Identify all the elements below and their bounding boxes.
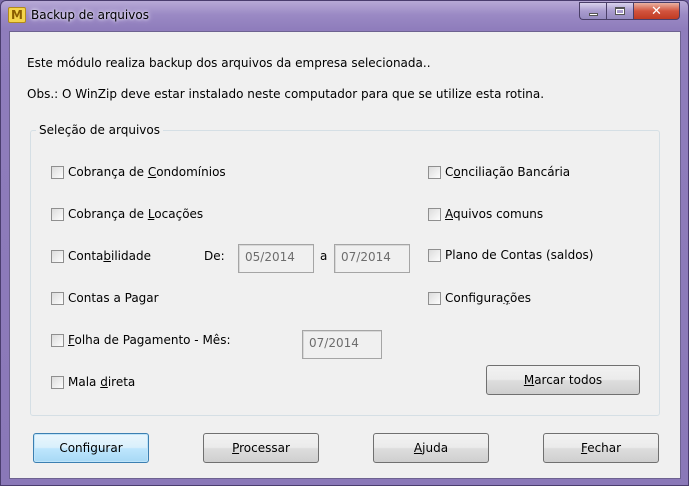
a-label: a: [320, 249, 328, 263]
checkbox-configuracoes[interactable]: Configurações: [428, 291, 531, 305]
checkbox-label: Cobrança de Condomínios: [68, 165, 226, 179]
de-label: De:: [204, 249, 225, 263]
checkbox-label: Aquivos comuns: [445, 207, 544, 221]
checkbox-box[interactable]: [51, 333, 64, 347]
maximize-button[interactable]: [606, 2, 633, 20]
checkbox-label: Conciliação Bancária: [445, 165, 571, 179]
checkbox-mala-direta[interactable]: Mala direta: [51, 375, 135, 389]
checkbox-label: Mala direta: [68, 375, 136, 389]
checkbox-folha-de-pagamento[interactable]: Folha de Pagamento - Mês:: [51, 333, 230, 347]
info-text-2: Obs.: O WinZip deve estar instalado nest…: [27, 87, 545, 101]
button-label: Configurar: [59, 441, 123, 455]
button-label: Ajuda: [413, 441, 449, 455]
title-bar[interactable]: M Backup de arquivos ✕: [1, 1, 688, 29]
file-selection-group: Seleção de arquivos Cobrança de Condomín…: [30, 123, 660, 416]
checkbox-box[interactable]: [51, 207, 64, 221]
app-logo-icon: M: [8, 7, 26, 23]
close-icon: ✕: [651, 3, 662, 19]
checkbox-conciliacao-bancaria[interactable]: Conciliação Bancária: [428, 165, 570, 179]
marcar-todos-button[interactable]: Marcar todos: [486, 365, 640, 395]
button-label: Processar: [232, 441, 290, 455]
checkbox-label: Configurações: [445, 291, 531, 305]
close-button[interactable]: ✕: [633, 2, 680, 20]
info-text-1: Este módulo realiza backup dos arquivos …: [27, 56, 431, 70]
checkbox-box[interactable]: [51, 249, 64, 263]
checkbox-label: Contas a Pagar: [68, 291, 159, 305]
checkbox-label: Contabilidade: [68, 249, 151, 263]
minimize-button[interactable]: [579, 2, 606, 20]
backup-window: M Backup de arquivos ✕ Este módulo reali…: [0, 0, 689, 486]
date-from-field[interactable]: 05/2014: [238, 244, 314, 273]
checkbox-contabilidade[interactable]: Contabilidade: [51, 249, 151, 263]
processar-button[interactable]: Processar: [203, 433, 319, 463]
minimize-icon: [588, 13, 598, 16]
maximize-icon: [615, 7, 625, 15]
checkbox-label: Plano de Contas (saldos): [445, 248, 594, 262]
folha-month-field[interactable]: 07/2014: [302, 330, 382, 359]
window-title: Backup de arquivos: [31, 8, 149, 22]
checkbox-box[interactable]: [51, 291, 64, 305]
checkbox-box[interactable]: [428, 165, 441, 179]
configurar-button[interactable]: Configurar: [33, 433, 149, 463]
checkbox-plano-de-contas[interactable]: Plano de Contas (saldos): [428, 248, 593, 262]
checkbox-arquivos-comuns[interactable]: Aquivos comuns: [428, 207, 543, 221]
fechar-button[interactable]: Fechar: [543, 433, 659, 463]
checkbox-cobranca-condominios[interactable]: Cobrança de Condomínios: [51, 165, 226, 179]
button-label: Marcar todos: [523, 373, 603, 387]
checkbox-contas-a-pagar[interactable]: Contas a Pagar: [51, 291, 159, 305]
checkbox-cobranca-locacoes[interactable]: Cobrança de Locações: [51, 207, 203, 221]
date-to-field[interactable]: 07/2014: [334, 244, 410, 273]
checkbox-label: Cobrança de Locações: [68, 207, 204, 221]
checkbox-box[interactable]: [51, 375, 64, 389]
group-title: Seleção de arquivos: [36, 123, 163, 137]
checkbox-label: Folha de Pagamento - Mês:: [68, 333, 231, 347]
ajuda-button[interactable]: Ajuda: [373, 433, 489, 463]
button-label: Fechar: [580, 441, 622, 455]
checkbox-box[interactable]: [428, 248, 441, 262]
checkbox-box[interactable]: [51, 165, 64, 179]
checkbox-box[interactable]: [428, 291, 441, 305]
checkbox-box[interactable]: [428, 207, 441, 221]
dialog-client-area: Este módulo realiza backup dos arquivos …: [9, 31, 681, 479]
